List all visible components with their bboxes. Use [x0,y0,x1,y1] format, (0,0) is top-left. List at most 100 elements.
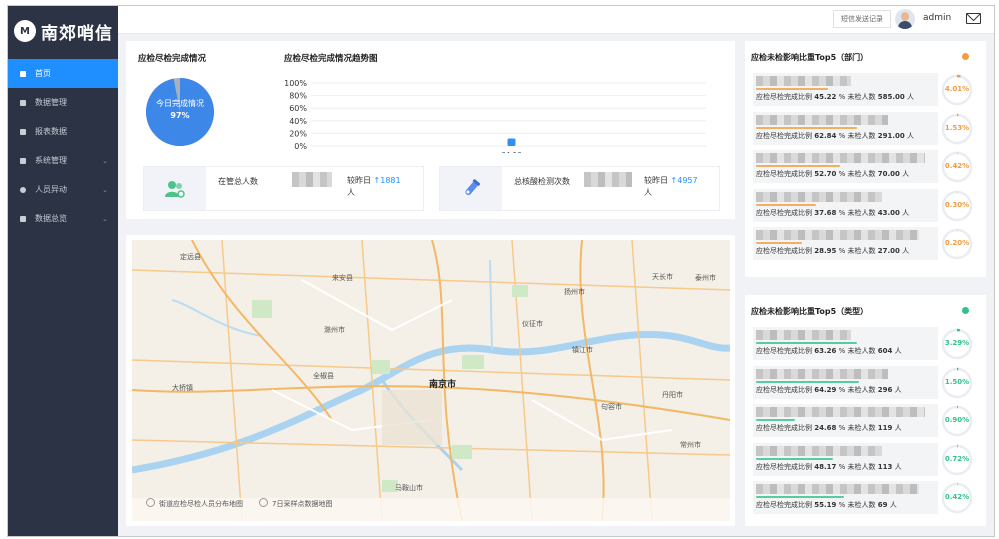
list-item-label: % 未检人数 [836,462,878,471]
progress-bar [756,380,859,383]
y-tick-label: 60% [289,104,307,113]
overview-card: 应检尽检完成情况 今日完成情况 97% 应检尽检完成情况趋势图 100% 80% 6… [126,41,735,219]
sidebar-item-personnel-change[interactable]: 人员异动 ⌄ [8,175,118,204]
redacted-name [756,330,851,340]
percent-value: 0.72% [944,454,970,463]
radio-icon [146,498,155,507]
list-item[interactable]: 应检尽检完成比例 55.19 % 未检人数 69 人 [753,481,938,514]
logo-mark-icon: M [14,20,36,42]
info-icon [962,53,969,60]
list-item[interactable]: 应检尽检完成比例 63.26 % 未检人数 604 人 [753,327,938,360]
sidebar-item-label: 报表数据 [35,127,67,136]
progress-bar [756,242,803,244]
map-city-label: 常州市 [680,441,701,449]
donut-value: 97% [170,111,190,120]
map-city-label: 南京市 [429,380,457,390]
redacted-name [756,445,882,456]
percent-ring: 1.50% [941,367,973,399]
x-tick-label: 04-10 [501,151,521,153]
list-item-label: 应检尽检完成比例 [756,462,815,471]
list-item-label: 应检尽检完成比例 [756,424,815,432]
sidebar-item-report-data[interactable]: 报表数据 [8,117,118,146]
top5-type-card: 应检未检影响比重Top5（类型） 应检尽检完成比例 63.26 % 未检人数 6… [745,295,986,526]
donut-title: 应检尽检完成情况 [138,54,207,64]
legend-sampling-points[interactable]: 7日采样点数据地图 [259,498,332,509]
username[interactable]: admin [923,13,951,23]
legend-street-distribution[interactable]: 街道应检尽检人员分布地图 [146,498,243,509]
list-item-label: 应检尽检完成比例 [756,385,815,394]
list-item-value: 27.00 [877,247,900,255]
list-item-value: 37.68 [814,208,837,217]
list-item-value: 291.00 [877,131,905,140]
list-item-text: 应检尽检完成比例 28.95 % 未检人数 27.00 人 [756,246,909,256]
sidebar-item-data-overview[interactable]: 数据总览 ⌄ [8,204,118,233]
avatar[interactable] [895,9,915,29]
list-item-label: % 未检人数 [836,347,878,355]
redacted-name [756,191,882,202]
percent-value: 4.01% [944,85,970,93]
stat-unit: 人 [644,188,652,197]
list-item-text: 应检尽检完成比例 55.19 % 未检人数 69 人 [756,500,897,510]
map-card: 定远县 来安县 天长市 滁州市 全椒县 南京市 扬州市 仪征市 镇江市 句容市 丹阳市 马鞍山市 常州市… [126,235,735,526]
list-item-text: 应检尽检完成比例 62.84 % 未检人数 291.00 人 [756,131,914,141]
map-city-label: 滁州市 [324,326,345,334]
sms-log-button[interactable]: 短信发送记录 [833,10,891,28]
y-tick-label: 100% [284,79,307,88]
redacted-name [756,230,919,240]
list-item-value: 119 [877,424,893,432]
chevron-down-icon: ⌄ [102,185,108,194]
list-item-text: 应检尽检完成比例 37.68 % 未检人数 43.00 人 [756,208,909,218]
progress-bar [756,203,817,206]
list-item-value: 43.00 [877,208,900,217]
topbar: 短信发送记录 admin [118,6,994,34]
stat-delta: 4957 [677,176,698,185]
stat-label: 总核酸检测次数 [514,177,570,186]
stat-compare: 较昨日 ↑1881 人 [347,176,401,197]
test-tube-icon [440,167,502,210]
list-item-text: 应检尽检完成比例 63.26 % 未检人数 604 人 [756,346,902,356]
list-item-value: 70.00 [877,170,900,178]
list-item-label: % 未检人数 [836,424,878,432]
list-item[interactable]: 应检尽检完成比例 37.68 % 未检人数 43.00 人 [753,188,938,222]
mail-icon[interactable] [966,13,981,24]
list-item-value: 24.68 [814,424,837,432]
sidebar: M 南郊哨信 首页 数据管理 报表数据 系统管理 ⌄ 人员异动 ⌄ 数据总览 ⌄ [8,6,118,536]
list-item-value: 69 [877,501,888,509]
app-window: M 南郊哨信 首页 数据管理 报表数据 系统管理 ⌄ 人员异动 ⌄ 数据总览 ⌄ 短信… [7,5,995,537]
sidebar-item-system-management[interactable]: 系统管理 ⌄ [8,146,118,175]
report-icon [20,128,26,135]
list-item-label: % 未检人数 [836,170,878,178]
list-item-value: 48.17 [814,462,837,471]
list-item-label: % 未检人数 [836,501,878,509]
map-city-label: 大桥镇 [172,384,193,392]
list-item[interactable]: 应检尽检完成比例 64.29 % 未检人数 296 人 [753,365,938,399]
list-item[interactable]: 应检尽检完成比例 28.95 % 未检人数 27.00 人 [753,227,938,260]
list-item-label: 应检尽检完成比例 [756,208,815,217]
list-item-value: 52.70 [814,170,837,178]
radio-icon [259,498,268,507]
list-item-value: 64.29 [814,385,837,394]
list-item[interactable]: 应检尽检完成比例 45.22 % 未检人数 585.00 人 [753,73,938,106]
percent-ring: 0.30% [941,190,973,222]
sidebar-item-data-management[interactable]: 数据管理 [8,88,118,117]
list-item[interactable]: 应检尽检完成比例 52.70 % 未检人数 70.00 人 [753,150,938,183]
list-item[interactable]: 应检尽检完成比例 48.17 % 未检人数 113 人 [753,442,938,476]
list-item-value: 296 [877,385,893,394]
region-map[interactable]: 定远县 来安县 天长市 滁州市 全椒县 南京市 扬州市 仪征市 镇江市 句容市 丹阳市 马鞍山市 常州市… [132,240,730,521]
trend-title: 应检尽检完成情况趋势图 [284,54,378,64]
top5-dept-title: 应检未检影响比重Top5（部门） [751,53,869,62]
list-item[interactable]: 应检尽检完成比例 62.84 % 未检人数 291.00 人 [753,111,938,145]
y-tick-label: 20% [289,129,307,138]
map-city-label: 泰州市 [695,274,716,282]
list-item-text: 应检尽检完成比例 45.22 % 未检人数 585.00 人 [756,92,914,102]
list-item-label: 人 [892,462,902,471]
list-item[interactable]: 应检尽检完成比例 24.68 % 未检人数 119 人 [753,404,938,437]
trend-bar[interactable] [507,138,516,146]
stat-compare: 较昨日 ↑4957 人 [644,176,698,197]
list-item-label: % 未检人数 [836,385,878,394]
sidebar-item-home[interactable]: 首页 [8,59,118,88]
percent-ring: 1.53% [941,113,973,145]
list-item-label: 应检尽检完成比例 [756,170,815,178]
list-item-value: 45.22 [814,93,837,101]
donut-label: 今日完成情况 [156,99,204,108]
